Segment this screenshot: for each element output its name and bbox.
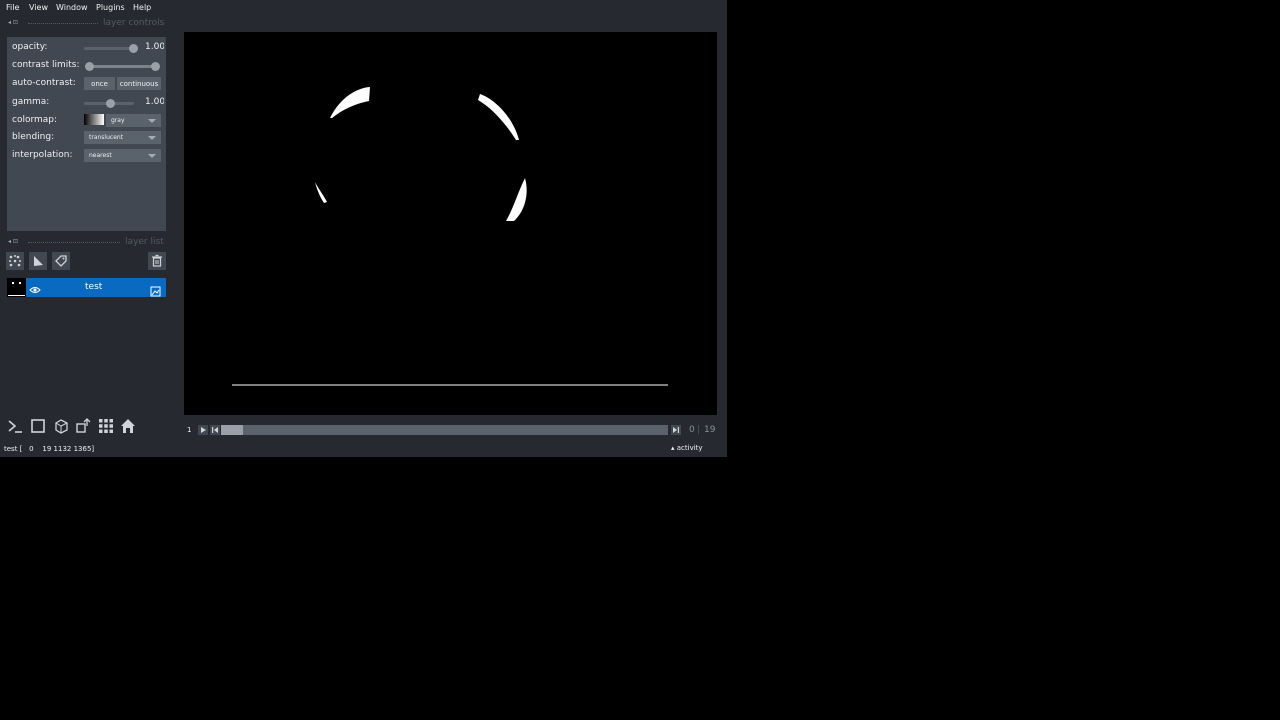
- play-button[interactable]: [198, 425, 208, 435]
- visibility-toggle[interactable]: [29, 281, 41, 300]
- eye-icon: [29, 287, 41, 293]
- layer-controls-panel: opacity: 1.00 contrast limits: auto-cont…: [7, 37, 166, 231]
- napari-window: File View Window Plugins Help ◂ ⊡ layer …: [0, 0, 727, 457]
- gamma-value: 1.00: [145, 97, 164, 107]
- ndisplay-button[interactable]: [28, 416, 48, 436]
- chevron-down-icon: [148, 119, 156, 123]
- dock-handle[interactable]: [28, 23, 98, 25]
- status-bar: test [ 0 19 1132 1365] ▴ activity: [0, 444, 727, 457]
- auto-contrast-continuous-button[interactable]: continuous: [117, 77, 161, 90]
- play-icon: [201, 427, 206, 433]
- chevron-down-icon: [148, 154, 156, 158]
- points-icon: [9, 255, 21, 267]
- chevron-down-icon: [148, 136, 156, 140]
- new-shapes-layer-button[interactable]: [29, 252, 47, 270]
- activity-toggle[interactable]: ▴ activity: [671, 444, 703, 452]
- layer-thumbnail: [7, 278, 26, 297]
- contrast-limits-label: contrast limits:: [12, 60, 80, 70]
- console-button[interactable]: [5, 416, 25, 436]
- layer-name[interactable]: test: [85, 282, 102, 292]
- dims-slider-handle[interactable]: [221, 425, 243, 435]
- status-text: test [ 0 19 1132 1365]: [4, 445, 95, 453]
- blending-dropdown[interactable]: translucent: [84, 131, 161, 144]
- dims-slider-row: 1 0 | 19: [184, 423, 717, 437]
- 2d-3d-toggle-icon: [31, 419, 45, 433]
- contrast-high-handle[interactable]: [151, 62, 160, 71]
- dock-float-close-icons[interactable]: ◂ ⊡: [8, 238, 18, 245]
- viewer-canvas[interactable]: [184, 32, 717, 415]
- dims-max-index: 19: [704, 425, 716, 435]
- new-points-layer-button[interactable]: [6, 252, 24, 270]
- layer-list-title: layer list: [125, 237, 164, 247]
- dims-separator: |: [697, 425, 701, 435]
- opacity-handle[interactable]: [129, 44, 138, 53]
- interpolation-label: interpolation:: [12, 150, 73, 160]
- delete-icon: [152, 254, 162, 267]
- colormap-swatch: [84, 114, 104, 125]
- axis-label[interactable]: 1: [187, 426, 191, 434]
- home-button[interactable]: [118, 416, 138, 436]
- interpolation-dropdown[interactable]: nearest: [84, 149, 161, 162]
- gamma-handle[interactable]: [106, 99, 115, 108]
- menu-help[interactable]: Help: [133, 3, 151, 12]
- auto-contrast-label: auto-contrast:: [12, 78, 76, 88]
- opacity-value: 1.00: [145, 42, 164, 52]
- opacity-label: opacity:: [12, 42, 48, 52]
- grid-icon: [99, 419, 113, 433]
- menu-view[interactable]: View: [29, 3, 48, 12]
- home-icon: [121, 419, 135, 433]
- step-back-button[interactable]: [210, 425, 220, 435]
- blending-value: translucent: [89, 134, 124, 141]
- new-labels-layer-button[interactable]: [52, 252, 70, 270]
- blending-label: blending:: [12, 132, 55, 142]
- transpose-button[interactable]: [73, 416, 93, 436]
- gamma-label: gamma:: [12, 97, 50, 107]
- image-layer-icon: [150, 282, 161, 301]
- menu-file[interactable]: File: [6, 3, 19, 12]
- console-icon: [8, 420, 22, 433]
- roll-dims-icon: [55, 419, 68, 434]
- step-forward-button[interactable]: [671, 425, 681, 435]
- image-display: [232, 87, 668, 386]
- step-back-icon: [212, 427, 218, 433]
- colormap-dropdown[interactable]: gray: [106, 114, 161, 127]
- menu-window[interactable]: Window: [56, 3, 88, 12]
- dims-slider[interactable]: [221, 425, 668, 435]
- shapes-icon: [34, 256, 43, 266]
- dims-current-index[interactable]: 0: [689, 425, 695, 435]
- menu-plugins[interactable]: Plugins: [96, 3, 125, 12]
- step-forward-icon: [673, 427, 679, 433]
- transpose-icon: [76, 418, 91, 433]
- labels-icon: [55, 255, 67, 267]
- interpolation-value: nearest: [89, 152, 112, 159]
- dock-handle[interactable]: [28, 242, 120, 244]
- colormap-label: colormap:: [12, 115, 58, 125]
- menu-bar: File View Window Plugins Help: [0, 0, 727, 15]
- roll-dims-button[interactable]: [51, 416, 71, 436]
- dock-float-close-icons[interactable]: ◂ ⊡: [8, 19, 18, 26]
- activity-label: activity: [676, 444, 703, 452]
- layer-controls-title: layer controls: [103, 18, 165, 28]
- colormap-value: gray: [111, 117, 125, 124]
- delete-layer-button[interactable]: [148, 252, 166, 270]
- layer-list-item[interactable]: test: [7, 278, 166, 297]
- contrast-low-handle[interactable]: [85, 62, 94, 71]
- auto-contrast-once-button[interactable]: once: [84, 77, 115, 90]
- grid-view-button[interactable]: [96, 416, 116, 436]
